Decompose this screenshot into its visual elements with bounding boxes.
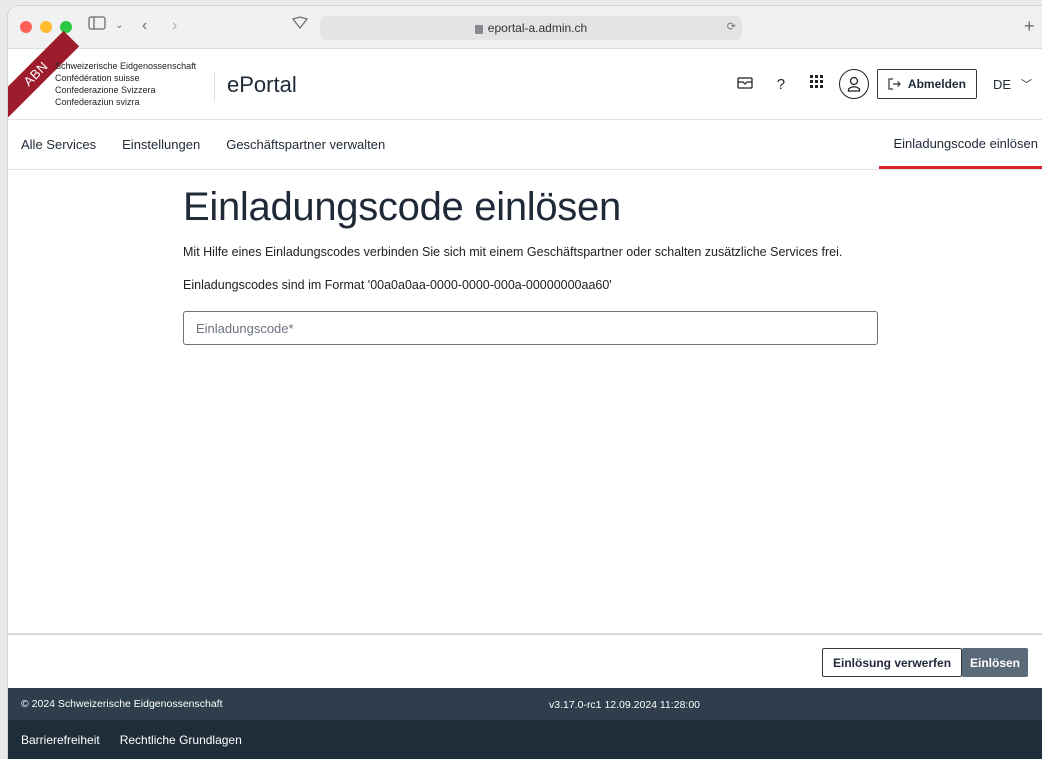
forward-icon[interactable]: ›	[172, 16, 177, 36]
format-hint: Einladungscodes sind im Format '00a0a0aa…	[183, 278, 612, 292]
language-label: DE	[992, 76, 1011, 92]
address-bar[interactable]: eportal-a.admin.ch ⟳	[320, 16, 742, 40]
federation-line-rm: Confederaziun svizra	[55, 97, 140, 107]
footer-info: © 2024 Schweizerische Eidgenossenschaft …	[8, 688, 1042, 720]
nav-item-redeem-code[interactable]: Einladungscode einlösen	[879, 120, 1042, 169]
shield-icon[interactable]	[291, 16, 309, 36]
header-actions: ? Abmelden DE ﹀	[727, 69, 1032, 99]
logout-button[interactable]: Abmelden	[876, 69, 977, 99]
version-text: v3.17.0-rc1 12.09.2024 11:28:00	[549, 699, 701, 711]
user-avatar[interactable]	[838, 69, 869, 99]
federation-line-de: Schweizerische Eidgenossenschaft	[55, 61, 197, 71]
mail-icon[interactable]	[727, 76, 763, 93]
federation-logo-text: Schweizerische Eidgenossenschaft Confédé…	[55, 60, 196, 108]
language-selector[interactable]: DE ﹀	[993, 76, 1032, 92]
minimize-window-button[interactable]	[40, 21, 52, 33]
logout-icon	[888, 78, 901, 90]
new-tab-icon[interactable]: +	[1024, 16, 1035, 36]
back-icon[interactable]: ‹	[142, 16, 147, 36]
federation-line-it: Confederazione Svizzera	[55, 85, 156, 95]
lock-icon	[474, 24, 483, 34]
copyright-text: © 2024 Schweizerische Eidgenossenschaft	[21, 698, 223, 710]
browser-toolbar: ⌄ ‹ › eportal-a.admin.ch ⟳ +	[8, 6, 1042, 49]
action-bar: Einlösung verwerfen Einlösen	[8, 633, 1042, 688]
browser-window: ⌄ ‹ › eportal-a.admin.ch ⟳ + ABN Schweiz…	[8, 6, 1042, 759]
url-text: eportal-a.admin.ch	[487, 21, 588, 35]
redeem-button[interactable]: Einlösen	[962, 648, 1028, 677]
nav-item-settings[interactable]: Einstellungen	[122, 137, 200, 152]
main-content: Einladungscode einlösen Mit Hilfe eines …	[8, 171, 1042, 633]
help-icon[interactable]: ?	[763, 76, 799, 93]
footer-links: Barrierefreiheit Rechtliche Grundlagen	[8, 720, 1042, 759]
nav-item-business-partners[interactable]: Geschäftspartner verwalten	[226, 137, 385, 152]
chevron-down-icon[interactable]: ⌄	[115, 16, 123, 36]
close-window-button[interactable]	[20, 21, 32, 33]
discard-button[interactable]: Einlösung verwerfen	[822, 648, 963, 677]
translate-reload-icon[interactable]: ⟳	[727, 20, 736, 33]
header-divider	[214, 71, 215, 101]
main-nav: Alle Services Einstellungen Geschäftspar…	[8, 120, 1042, 170]
federation-line-fr: Confédération suisse	[55, 73, 140, 83]
chevron-down-icon: ﹀	[1021, 79, 1032, 91]
user-icon	[847, 76, 861, 92]
page-description: Mit Hilfe eines Einladungscodes verbinde…	[183, 245, 843, 259]
sidebar-toggle-icon[interactable]	[88, 16, 106, 36]
nav-item-all-services[interactable]: Alle Services	[21, 137, 96, 152]
footer-link-legal[interactable]: Rechtliche Grundlagen	[120, 733, 242, 747]
invitation-code-input[interactable]	[183, 311, 878, 345]
apps-grid-icon[interactable]	[799, 75, 835, 93]
portal-title[interactable]: ePortal	[227, 72, 297, 98]
footer-link-accessibility[interactable]: Barrierefreiheit	[21, 733, 100, 747]
page-title: Einladungscode einlösen	[183, 185, 621, 229]
logout-label: Abmelden	[907, 77, 966, 91]
site-header: ABN Schweizerische Eidgenossenschaft Con…	[8, 30, 1042, 120]
